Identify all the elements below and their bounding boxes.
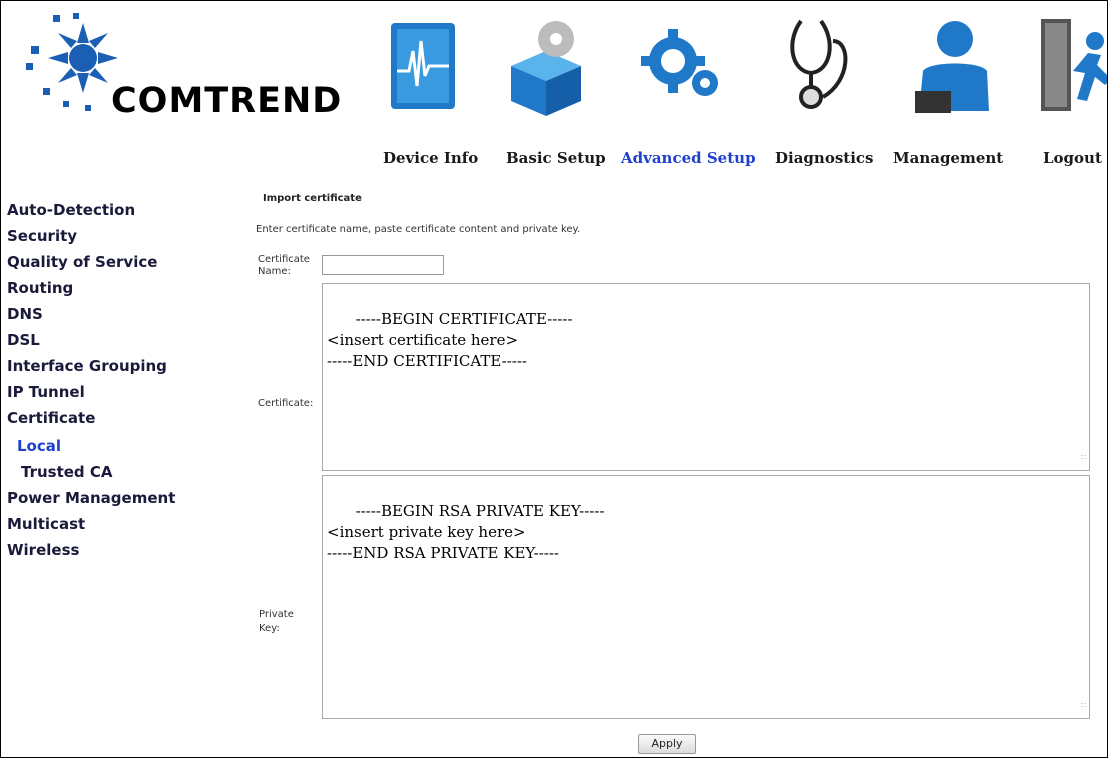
section-title: Import certificate: [263, 193, 362, 204]
nav-label: Advanced Setup: [621, 149, 756, 167]
nav-label: Device Info: [383, 149, 479, 167]
resize-grip-icon[interactable]: ∷: [1081, 695, 1086, 716]
nav-label: Basic Setup: [506, 149, 606, 167]
certificate-label: Certificate:: [258, 398, 314, 409]
sidebar-item-interface-grouping[interactable]: Interface Grouping: [7, 357, 167, 375]
sidebar-item-security[interactable]: Security: [7, 227, 77, 245]
instructions-text: Enter certificate name, paste certificat…: [256, 224, 581, 235]
sidebar-item-quality-of-service[interactable]: Quality of Service: [7, 253, 157, 271]
nav-label: Logout: [1043, 149, 1102, 167]
sidebar-item-dsl[interactable]: DSL: [7, 331, 40, 349]
sidebar: Auto-Detection Security Quality of Servi…: [1, 181, 206, 757]
sidebar-item-auto-detection[interactable]: Auto-Detection: [7, 201, 135, 219]
management-icon: [915, 21, 989, 113]
private-key-label: Private Key:: [259, 609, 294, 634]
app-window: COMTREND Device Info Basic Setup Advance…: [0, 0, 1108, 758]
sidebar-item-certificate[interactable]: Certificate: [7, 409, 95, 427]
sidebar-item-local[interactable]: Local: [17, 437, 61, 455]
basic-setup-icon: [511, 21, 581, 116]
sidebar-item-ip-tunnel[interactable]: IP Tunnel: [7, 383, 85, 401]
stethoscope-icon: [790, 19, 848, 109]
certificate-name-label: Certificate Name:: [258, 254, 310, 277]
main-panel: Import certificate Enter certificate nam…: [206, 181, 1107, 757]
resize-grip-icon[interactable]: ∷: [1081, 447, 1086, 468]
certificate-content: -----BEGIN CERTIFICATE----- <insert cert…: [327, 310, 573, 370]
apply-button[interactable]: Apply: [638, 734, 696, 754]
certificate-textarea[interactable]: -----BEGIN CERTIFICATE----- <insert cert…: [322, 283, 1090, 471]
brand-name: COMTREND: [111, 81, 343, 121]
device-info-icon: [391, 23, 455, 109]
nav-label: Diagnostics: [775, 149, 874, 167]
private-key-content: -----BEGIN RSA PRIVATE KEY----- <insert …: [327, 502, 605, 562]
logout-icon: [1041, 19, 1107, 111]
certificate-name-input[interactable]: [322, 255, 444, 275]
sidebar-item-dns[interactable]: DNS: [7, 305, 43, 323]
nav-label: Management: [893, 149, 1004, 167]
sidebar-item-multicast[interactable]: Multicast: [7, 515, 85, 533]
private-key-textarea[interactable]: -----BEGIN RSA PRIVATE KEY----- <insert …: [322, 475, 1090, 719]
header: COMTREND Device Info Basic Setup Advance…: [1, 1, 1107, 181]
advanced-setup-icon: [641, 29, 718, 96]
sidebar-item-power-management[interactable]: Power Management: [7, 489, 175, 507]
sidebar-item-trusted-ca[interactable]: Trusted CA: [21, 463, 113, 481]
sidebar-item-wireless[interactable]: Wireless: [7, 541, 79, 559]
sidebar-item-routing[interactable]: Routing: [7, 279, 73, 297]
